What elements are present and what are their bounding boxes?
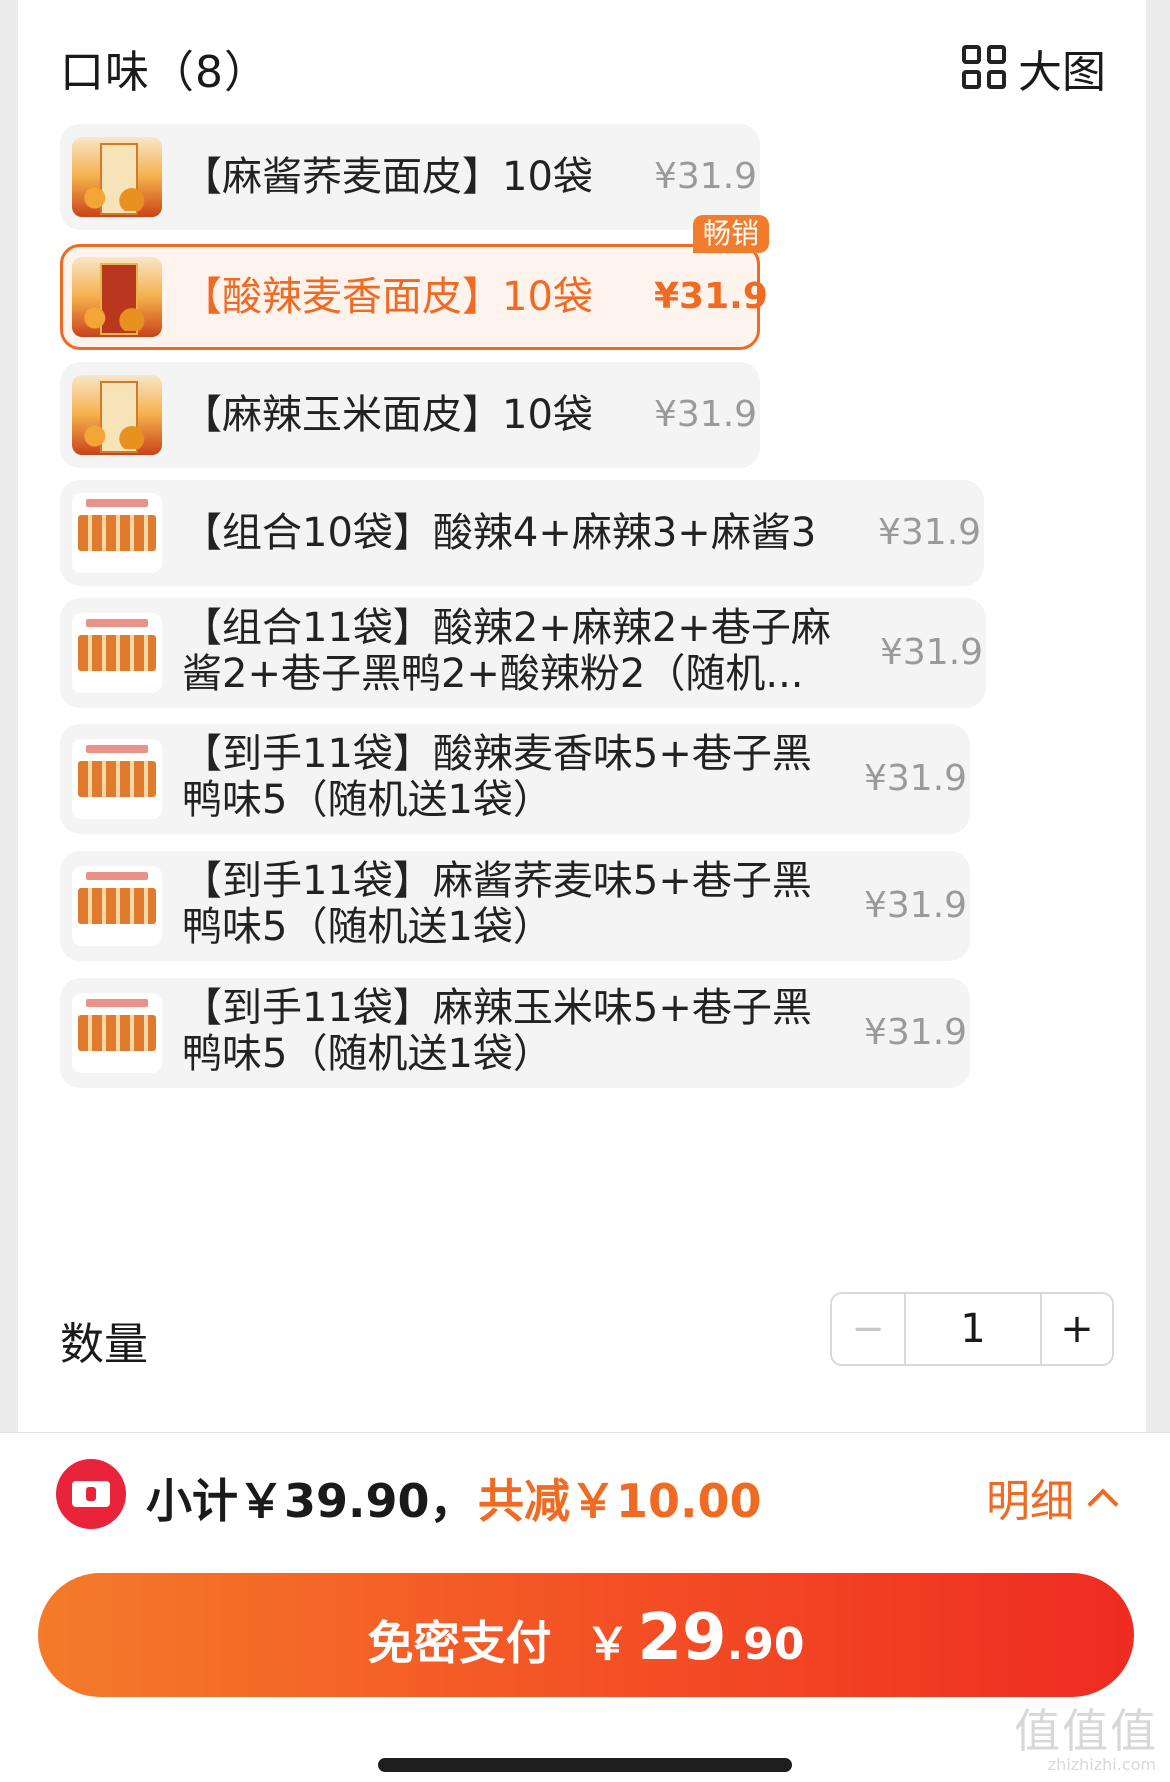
option-price: ¥31.9 — [864, 1012, 968, 1053]
chevron-up-icon — [1087, 1488, 1119, 1520]
pay-button-label: 免密支付 — [367, 1616, 552, 1670]
quantity-label: 数量 — [60, 1319, 148, 1370]
bestseller-badge: 畅销 — [692, 215, 769, 253]
option-label-line2: 鸭味5（随机送1袋） — [182, 1031, 553, 1077]
product-thumbnail — [72, 866, 162, 946]
flavor-option-delivered-11-corn[interactable]: 【到手11袋】麻辣玉米味5+巷子黑 鸭味5（随机送1袋） ¥31.9 — [60, 978, 970, 1088]
option-label-line2: 酱2+巷子黑鸭2+酸辣粉2（随机... — [182, 651, 804, 697]
grid-icon — [962, 45, 1008, 91]
flavor-option-delivered-11-wheat[interactable]: 【到手11袋】酸辣麦香味5+巷子黑 鸭味5（随机送1袋） ¥31.9 — [60, 724, 970, 834]
product-thumbnail — [72, 493, 162, 573]
option-label-line1: 【到手11袋】酸辣麦香味5+巷子黑 — [182, 731, 812, 777]
detail-toggle[interactable]: 明细 — [986, 1465, 1119, 1529]
option-price: ¥31.9 — [878, 512, 982, 553]
large-image-toggle[interactable]: 大图 — [962, 36, 1106, 100]
option-price: ¥31.9 — [654, 156, 758, 197]
product-thumbnail — [72, 993, 162, 1073]
decrease-button[interactable]: − — [832, 1294, 906, 1364]
checkout-footer: 小计￥39.90， 共减￥10.00 明细 免密支付 ￥ 29 .90 值值值 … — [0, 1432, 1170, 1782]
option-price: ¥31.9 — [864, 885, 968, 926]
flavor-option-spicy-corn[interactable]: 【麻辣玉米面皮】10袋 ¥31.9 — [60, 362, 760, 468]
home-indicator[interactable] — [378, 1758, 792, 1772]
watermark-url: zhizhizhi.com — [1047, 1755, 1156, 1774]
flavor-option-delivered-11-buckwheat[interactable]: 【到手11袋】麻酱荞麦味5+巷子黑 鸭味5（随机送1袋） ¥31.9 — [60, 851, 970, 961]
option-label: 【酸辣麦香面皮】10袋 — [182, 274, 593, 320]
coupon-icon — [56, 1459, 126, 1529]
pay-amount-decimal: .90 — [726, 1619, 805, 1670]
option-label: 【麻辣玉米面皮】10袋 — [182, 392, 593, 438]
flavor-option-sesame-buckwheat[interactable]: 【麻酱荞麦面皮】10袋 ¥31.9 — [60, 124, 760, 230]
option-label-line1: 【组合11袋】酸辣2+麻辣2+巷子麻 — [182, 605, 831, 651]
option-price: ¥31.9 — [880, 632, 984, 673]
option-label: 【麻酱荞麦面皮】10袋 — [182, 154, 593, 200]
quantity-stepper: − 1 + — [830, 1292, 1114, 1366]
watermark-logo: 值值值 — [1014, 1704, 1158, 1758]
large-image-label: 大图 — [1018, 47, 1106, 98]
flavor-option-combo-10[interactable]: 【组合10袋】酸辣4+麻辣3+麻酱3 ¥31.9 — [60, 480, 984, 586]
product-thumbnail — [72, 739, 162, 819]
product-thumbnail — [72, 137, 162, 217]
pay-amount-integer: 29 — [637, 1601, 727, 1675]
pay-button[interactable]: 免密支付 ￥ 29 .90 — [38, 1573, 1134, 1697]
option-price: ¥31.9 — [654, 394, 758, 435]
quantity-input[interactable]: 1 — [906, 1294, 1042, 1364]
option-label-line1: 【到手11袋】麻辣玉米味5+巷子黑 — [182, 985, 812, 1031]
flavor-sheet: 口味（8） 大图 【麻酱荞麦面皮】10袋 ¥31.9 畅销 【酸辣麦香面皮】10… — [18, 0, 1146, 1432]
detail-label: 明细 — [986, 1476, 1074, 1527]
option-label-line2: 鸭味5（随机送1袋） — [182, 777, 553, 823]
option-label-line1: 【到手11袋】麻酱荞麦味5+巷子黑 — [182, 858, 812, 904]
flavor-option-sour-spicy-wheat[interactable]: 畅销 【酸辣麦香面皮】10袋 ¥31.9 — [60, 215, 769, 350]
option-price: ¥31.9 — [654, 276, 768, 317]
option-label: 【组合10袋】酸辣4+麻辣3+麻酱3 — [182, 510, 817, 556]
increase-button[interactable]: + — [1042, 1294, 1112, 1364]
pay-currency: ￥ — [585, 1619, 630, 1670]
product-thumbnail — [72, 613, 162, 693]
discount-text: 共减￥10.00 — [478, 1474, 762, 1528]
product-thumbnail — [72, 257, 162, 337]
flavor-section-title: 口味（8） — [60, 47, 269, 98]
flavor-option-combo-11[interactable]: 【组合11袋】酸辣2+麻辣2+巷子麻 酱2+巷子黑鸭2+酸辣粉2（随机... ¥… — [60, 598, 986, 708]
subtotal-text: 小计￥39.90， — [146, 1474, 476, 1528]
option-price: ¥31.9 — [864, 758, 968, 799]
product-thumbnail — [72, 375, 162, 455]
option-label-line2: 鸭味5（随机送1袋） — [182, 904, 553, 950]
